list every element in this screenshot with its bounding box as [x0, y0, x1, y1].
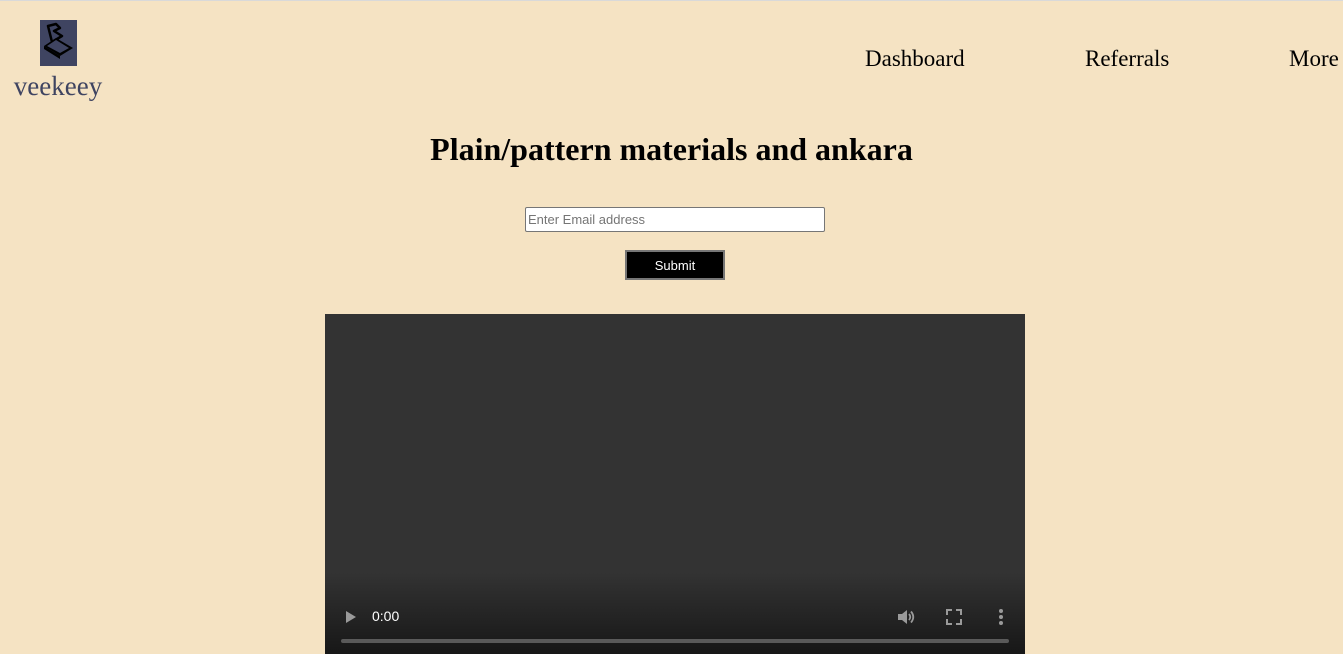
submit-button[interactable]: Submit: [625, 250, 725, 280]
top-border: [0, 0, 1343, 1]
email-input[interactable]: [525, 207, 825, 232]
video-progress-bar[interactable]: [341, 639, 1009, 643]
nav-dashboard[interactable]: Dashboard: [865, 46, 965, 72]
nav-referrals[interactable]: Referrals: [1085, 46, 1169, 72]
main-nav: Dashboard Referrals More: [0, 46, 1343, 76]
fullscreen-icon[interactable]: [943, 606, 965, 628]
video-player[interactable]: 0:00: [325, 314, 1025, 654]
page-title: Plain/pattern materials and ankara: [430, 131, 913, 167]
nav-more[interactable]: More: [1289, 46, 1339, 72]
video-current-time: 0:00: [372, 608, 400, 624]
volume-icon[interactable]: [895, 606, 917, 628]
play-icon[interactable]: [341, 607, 361, 627]
more-vert-icon[interactable]: [993, 606, 1009, 628]
